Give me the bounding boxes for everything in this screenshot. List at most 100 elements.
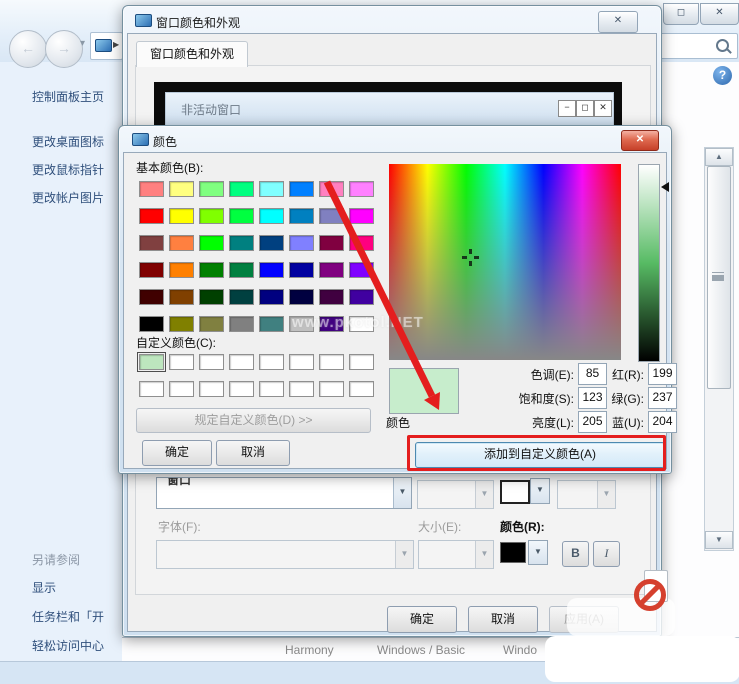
color-swatch[interactable] — [349, 208, 374, 224]
color-swatch[interactable] — [199, 381, 224, 397]
color-swatch[interactable] — [199, 316, 224, 332]
color-swatch[interactable] — [319, 262, 344, 278]
define-custom-colors-button[interactable]: 规定自定义颜色(D) >> — [136, 408, 371, 433]
color-swatch[interactable] — [139, 208, 164, 224]
color-swatch[interactable] — [319, 235, 344, 251]
color-swatch[interactable] — [259, 235, 284, 251]
close-button[interactable]: ✕ — [700, 3, 739, 25]
sidebar-item-taskbar[interactable]: 任务栏和「开 — [32, 608, 104, 625]
color-swatch[interactable] — [229, 289, 254, 305]
color-swatch[interactable] — [349, 181, 374, 197]
color-swatch[interactable] — [169, 289, 194, 305]
color-swatch[interactable] — [199, 262, 224, 278]
appearance-close-button[interactable]: ✕ — [598, 11, 638, 33]
color-swatch[interactable] — [169, 381, 194, 397]
color-swatch[interactable] — [229, 181, 254, 197]
item-color2-combo[interactable]: ▼ — [557, 480, 616, 509]
color-swatch[interactable] — [319, 381, 344, 397]
tab-window-color[interactable]: 窗口颜色和外观 — [136, 41, 248, 67]
color-swatch[interactable] — [349, 262, 374, 278]
color-swatch[interactable] — [169, 316, 194, 332]
color-swatch[interactable] — [169, 235, 194, 251]
color-swatch[interactable] — [169, 354, 194, 370]
maximize-button[interactable]: ◻ — [663, 3, 699, 25]
blue-input[interactable]: 204 — [648, 411, 677, 433]
color-swatch[interactable] — [289, 381, 314, 397]
scrollbar-thumb[interactable] — [707, 166, 731, 389]
item-color1-combo[interactable]: ▼ — [500, 478, 550, 507]
color-swatch[interactable] — [139, 289, 164, 305]
color-swatch[interactable] — [137, 352, 166, 372]
color-swatch[interactable] — [199, 181, 224, 197]
item-combo[interactable]: 窗口 ▼ — [156, 477, 412, 509]
luminance-bar[interactable] — [638, 164, 660, 362]
color-swatch[interactable] — [229, 381, 254, 397]
color-swatch[interactable] — [289, 289, 314, 305]
font-combo[interactable]: ▼ — [156, 540, 414, 569]
green-input[interactable]: 237 — [648, 387, 677, 409]
color-swatch[interactable] — [259, 208, 284, 224]
color-swatch[interactable] — [289, 262, 314, 278]
item-size-combo[interactable]: ▼ — [417, 480, 494, 509]
sidebar-item-mouse-pointers[interactable]: 更改鼠标指针 — [32, 161, 104, 178]
forward-button[interactable]: → — [45, 30, 83, 68]
color-swatch[interactable] — [169, 262, 194, 278]
sidebar-item-control-panel-home[interactable]: 控制面板主页 — [32, 88, 104, 105]
sidebar-item-display[interactable]: 显示 — [32, 579, 56, 596]
color-swatch[interactable] — [229, 354, 254, 370]
color-swatch[interactable] — [349, 235, 374, 251]
text-color-combo[interactable]: ▼ — [500, 540, 550, 567]
luminance-input[interactable]: 205 — [578, 411, 607, 433]
color-swatch[interactable] — [349, 289, 374, 305]
red-input[interactable]: 199 — [648, 363, 677, 385]
color-swatch[interactable] — [289, 235, 314, 251]
luminance-slider-arrow[interactable] — [661, 182, 669, 192]
theme-item[interactable]: Harmony — [285, 643, 334, 657]
chevron-down-icon[interactable]: ▾ — [80, 38, 85, 49]
color-swatch[interactable] — [319, 208, 344, 224]
color-ok-button[interactable]: 确定 — [142, 440, 212, 466]
color-swatch[interactable] — [349, 354, 374, 370]
color-swatch[interactable] — [229, 235, 254, 251]
color-swatch[interactable] — [199, 235, 224, 251]
sidebar-item-desktop-icons[interactable]: 更改桌面图标 — [32, 133, 104, 150]
color-swatch[interactable] — [199, 354, 224, 370]
theme-item[interactable]: Windo — [503, 643, 537, 657]
color-swatch[interactable] — [199, 289, 224, 305]
appearance-ok-button[interactable]: 确定 — [387, 606, 457, 633]
back-button[interactable]: ← — [9, 30, 47, 68]
color-swatch[interactable] — [259, 354, 284, 370]
color-swatch[interactable] — [229, 208, 254, 224]
help-button[interactable]: ? — [713, 66, 732, 85]
color-swatch[interactable] — [139, 262, 164, 278]
scrollbar-up-button[interactable]: ▲ — [705, 148, 733, 166]
color-swatch[interactable] — [259, 316, 284, 332]
color-swatch[interactable] — [169, 208, 194, 224]
color-swatch[interactable] — [259, 181, 284, 197]
color-swatch[interactable] — [139, 316, 164, 332]
saturation-input[interactable]: 123 — [578, 387, 607, 409]
color-swatch[interactable] — [289, 181, 314, 197]
color-swatch[interactable] — [289, 208, 314, 224]
color-swatch[interactable] — [289, 354, 314, 370]
sidebar-item-account-picture[interactable]: 更改帐户图片 — [32, 189, 104, 206]
sidebar-item-ease-of-access[interactable]: 轻松访问中心 — [32, 637, 104, 654]
color-swatch[interactable] — [169, 181, 194, 197]
color-swatch[interactable] — [349, 381, 374, 397]
color-cancel-button[interactable]: 取消 — [216, 440, 290, 466]
color-swatch[interactable] — [319, 354, 344, 370]
color-swatch[interactable] — [139, 381, 164, 397]
color-swatch[interactable] — [229, 262, 254, 278]
color-swatch[interactable] — [139, 235, 164, 251]
bold-button[interactable]: B — [562, 541, 589, 567]
italic-button[interactable]: I — [593, 541, 620, 567]
color-swatch[interactable] — [139, 181, 164, 197]
color-swatch[interactable] — [229, 316, 254, 332]
size-combo[interactable]: ▼ — [418, 540, 494, 569]
color-swatch[interactable] — [319, 181, 344, 197]
hue-input[interactable]: 85 — [578, 363, 607, 385]
breadcrumb[interactable]: ▶ — [90, 32, 123, 60]
color-swatch[interactable] — [259, 381, 284, 397]
color-swatch[interactable] — [259, 262, 284, 278]
color-swatch[interactable] — [259, 289, 284, 305]
